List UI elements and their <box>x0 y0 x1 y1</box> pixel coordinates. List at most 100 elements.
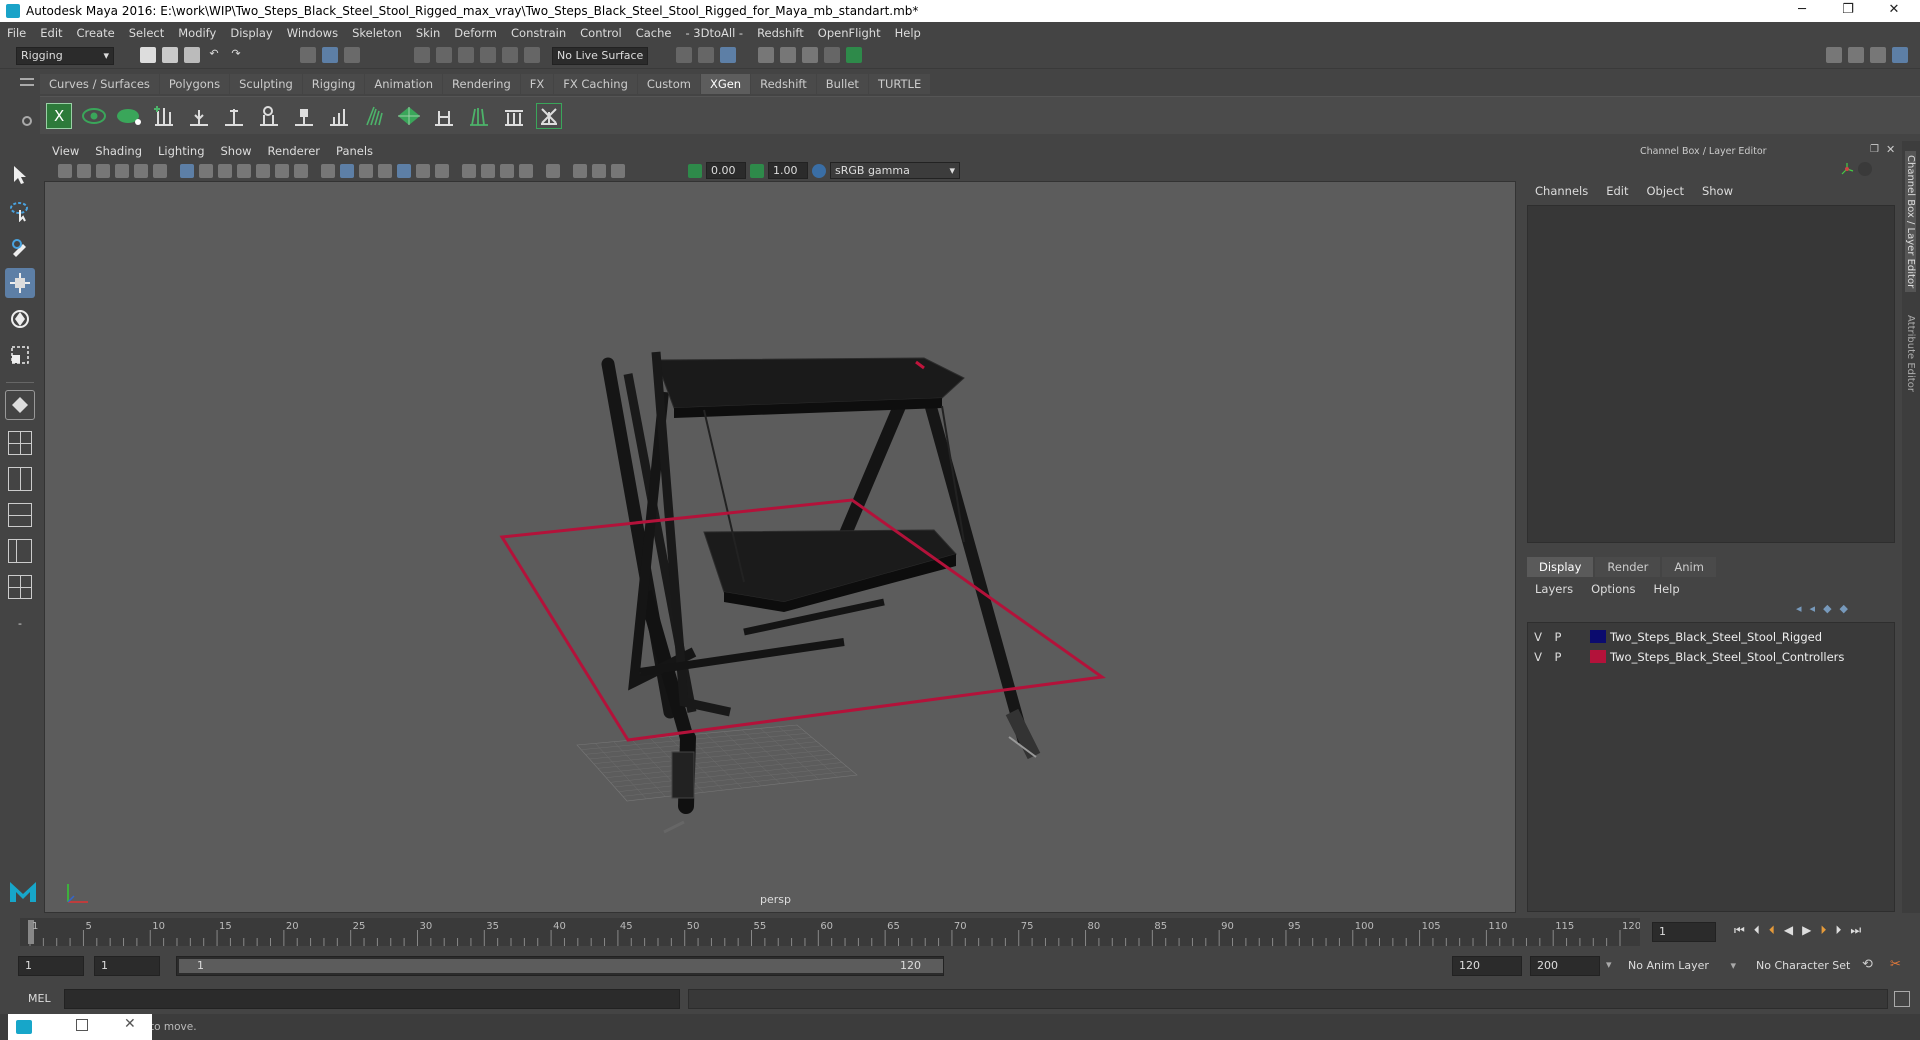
layer-editor-menu-item[interactable]: Options <box>1582 582 1644 596</box>
command-input[interactable] <box>64 989 680 1009</box>
shelf-settings-icon[interactable] <box>22 116 32 126</box>
play-forwards-icon[interactable]: ▶ <box>1802 923 1811 938</box>
show-manipulator-icon[interactable] <box>5 390 35 420</box>
live-surface-field[interactable]: No Live Surface <box>552 47 648 65</box>
snap-grid-icon[interactable] <box>414 47 430 63</box>
current-frame-field[interactable]: 1 <box>1652 922 1716 942</box>
construction-history-icon[interactable] <box>698 47 714 63</box>
color-management-icon[interactable] <box>812 164 826 178</box>
select-tool-icon[interactable] <box>5 160 35 190</box>
layer-playback-toggle[interactable]: P <box>1548 650 1568 664</box>
anti-aliasing-icon[interactable] <box>500 164 514 178</box>
xgen-attach-guide-icon[interactable] <box>431 103 457 129</box>
layout-persp-graph-icon[interactable] <box>5 536 35 566</box>
layer-color-swatch[interactable] <box>1590 650 1606 663</box>
channel-box-menu-item[interactable]: Edit <box>1597 184 1637 198</box>
animation-preferences-icon[interactable]: ✂ <box>1890 957 1901 972</box>
chevron-down-icon[interactable]: ▾ <box>1606 958 1612 971</box>
channel-box-menu-item[interactable]: Show <box>1693 184 1742 198</box>
shelf-tab[interactable]: XGen <box>700 74 751 94</box>
script-editor-icon[interactable] <box>1894 991 1910 1007</box>
shelf-tab[interactable]: Curves / Surfaces <box>40 74 159 94</box>
layer-visibility-toggle[interactable]: V <box>1528 650 1548 664</box>
undo-icon[interactable]: ↶ <box>206 47 222 63</box>
grid-toggle-icon[interactable] <box>180 164 194 178</box>
input-output-icon[interactable] <box>676 47 692 63</box>
maya-taskbar-icon[interactable] <box>16 1020 32 1034</box>
textured-icon[interactable] <box>378 164 392 178</box>
xgen-lock-guide-icon[interactable] <box>291 103 317 129</box>
channel-box-menu-item[interactable]: Channels <box>1526 184 1597 198</box>
shelf-tab[interactable]: Custom <box>637 74 700 94</box>
xgen-groom-mesh-icon[interactable] <box>396 103 422 129</box>
menu-item[interactable]: Select <box>122 26 171 40</box>
shadows-icon[interactable] <box>435 164 449 178</box>
snap-point-icon[interactable] <box>458 47 474 63</box>
menu-item[interactable]: Edit <box>33 26 69 40</box>
viewport-menu-item[interactable]: Renderer <box>260 144 329 158</box>
smooth-shade-icon[interactable] <box>340 164 354 178</box>
layout-persp-outliner-icon[interactable] <box>5 572 35 602</box>
snap-view-plane-icon[interactable] <box>480 47 496 63</box>
xray-joints-icon[interactable] <box>592 164 606 178</box>
menu-item[interactable]: Help <box>888 26 928 40</box>
go-to-end-icon[interactable]: ⏭ <box>1850 923 1861 938</box>
minimize-button[interactable]: ─ <box>1780 0 1824 22</box>
view-transform-dropdown[interactable]: sRGB gamma ▾ <box>830 162 960 179</box>
step-forward-frame-icon[interactable]: ⏵ <box>1835 923 1841 938</box>
resolution-gate-icon[interactable] <box>218 164 232 178</box>
xray-components-icon[interactable] <box>611 164 625 178</box>
grease-pencil-icon[interactable] <box>153 164 167 178</box>
layout-four-pane-icon[interactable] <box>5 500 35 530</box>
script-language-toggle[interactable]: MEL <box>20 990 60 1008</box>
xgen-guide-length-icon[interactable] <box>326 103 352 129</box>
animation-start-field[interactable]: 1 <box>18 956 84 976</box>
wireframe-on-shaded-icon[interactable] <box>359 164 373 178</box>
menu-item[interactable]: File <box>0 26 33 40</box>
range-slider-handle[interactable] <box>179 959 943 973</box>
move-layer-down-icon[interactable]: ◂ <box>1810 602 1816 615</box>
select-object-icon[interactable] <box>322 47 338 63</box>
shelf-menu-icon[interactable] <box>20 78 34 86</box>
safe-action-icon[interactable] <box>275 164 289 178</box>
menu-item[interactable]: - 3DtoAll - <box>678 26 750 40</box>
wireframe-icon[interactable] <box>321 164 335 178</box>
layer-color-swatch[interactable] <box>1590 630 1606 643</box>
xgen-editor-icon[interactable]: X <box>46 102 72 129</box>
play-backwards-icon[interactable]: ◀ <box>1784 923 1793 938</box>
menu-item[interactable]: Deform <box>447 26 504 40</box>
render-current-frame-icon[interactable] <box>720 47 736 63</box>
layer-row[interactable]: V P Two_Steps_Black_Steel_Stool_Rigged <box>1528 627 1894 646</box>
field-chart-icon[interactable] <box>256 164 270 178</box>
menu-set-dropdown[interactable]: Rigging ▾ <box>16 47 114 65</box>
shelf-tab[interactable]: TURTLE <box>868 74 931 94</box>
menu-item[interactable]: Create <box>70 26 122 40</box>
close-icon[interactable]: ✕ <box>124 1016 136 1032</box>
layout-two-pane-icon[interactable] <box>5 464 35 494</box>
menu-item[interactable]: Display <box>223 26 279 40</box>
render-settings-icon[interactable] <box>802 47 818 63</box>
xray-icon[interactable] <box>573 164 587 178</box>
anim-layer-dropdown[interactable]: No Anim Layer ▾ <box>1622 956 1736 976</box>
gamma-field[interactable]: 1.00 <box>768 162 808 179</box>
gamma-icon[interactable] <box>750 164 764 178</box>
select-component-icon[interactable] <box>344 47 360 63</box>
all-lights-icon[interactable] <box>416 164 430 178</box>
select-camera-icon[interactable] <box>58 164 72 178</box>
menu-item[interactable]: Windows <box>280 26 345 40</box>
auto-key-icon[interactable]: ⟲ <box>1862 957 1873 972</box>
layer-editor-tab[interactable]: Render <box>1595 557 1661 577</box>
channel-box-menu-item[interactable]: Object <box>1638 184 1693 198</box>
shelf-tab[interactable]: FX Caching <box>554 74 637 94</box>
layer-editor-menu-item[interactable]: Layers <box>1526 582 1582 596</box>
shelf-tab[interactable]: FX <box>520 74 554 94</box>
shelf-tab[interactable]: Rigging <box>302 74 365 94</box>
menu-item[interactable]: Control <box>573 26 629 40</box>
new-scene-icon[interactable] <box>140 47 156 63</box>
xgen-rebuild-guide-icon[interactable] <box>256 103 282 129</box>
scale-tool-icon[interactable] <box>5 340 35 370</box>
attribute-editor-icon[interactable] <box>1848 47 1864 63</box>
viewport-menu-item[interactable]: Lighting <box>150 144 212 158</box>
viewport-menu-item[interactable]: Show <box>213 144 260 158</box>
xgen-cut-icon[interactable] <box>501 103 527 129</box>
